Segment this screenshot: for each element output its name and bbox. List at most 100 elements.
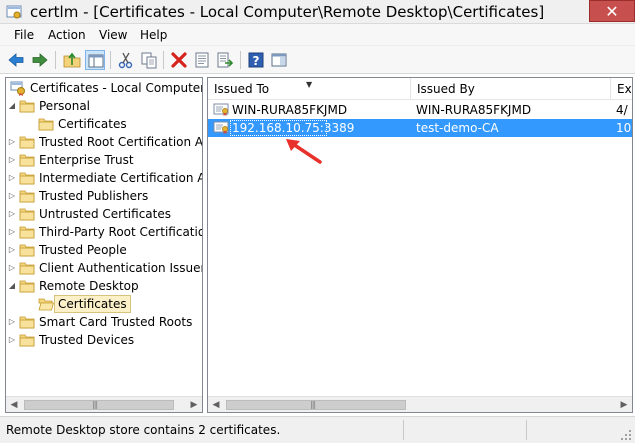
- open-folder-icon: [38, 296, 54, 312]
- tree-item[interactable]: ▷ Trusted Root Certification Au: [6, 133, 202, 151]
- toolbar-separator: [110, 51, 111, 69]
- expand-arrow-icon[interactable]: ▷: [7, 133, 17, 151]
- tree-item[interactable]: ▷ Intermediate Certification Au: [6, 169, 202, 187]
- list-horizontal-scrollbar[interactable]: ◀ ||| ▶: [208, 396, 632, 412]
- certificate-icon: [213, 102, 229, 118]
- tree-item[interactable]: Certificates: [6, 295, 202, 313]
- tree-horizontal-scrollbar[interactable]: ◀ ||| ▶: [6, 396, 202, 412]
- export-list-icon[interactable]: [215, 50, 235, 70]
- expand-arrow-icon[interactable]: ▷: [7, 241, 17, 259]
- folder-icon: [19, 152, 35, 168]
- cell-issued-by: test-demo-CA: [416, 121, 499, 135]
- toolbar: ?: [0, 46, 635, 74]
- up-folder-icon[interactable]: [62, 50, 82, 70]
- tree-item-label: Personal: [39, 99, 91, 113]
- tree-item[interactable]: ▷ Trusted People: [6, 241, 202, 259]
- table-row[interactable]: WIN-RURA85FKJMD WIN-RURA85FKJMD 4/: [208, 101, 632, 119]
- tree-item[interactable]: ◢ Personal: [6, 97, 202, 115]
- scrollbar-thumb[interactable]: [226, 400, 406, 410]
- tree-item[interactable]: ▷ Trusted Devices: [6, 331, 202, 349]
- tree-item-label: Trusted Root Certification Au: [39, 135, 203, 149]
- tree-item-label: Trusted Publishers: [39, 189, 149, 203]
- column-header-expiration[interactable]: Ex: [611, 78, 632, 100]
- tree-item[interactable]: ▷ Trusted Publishers: [6, 187, 202, 205]
- tree-item[interactable]: ▷ Smart Card Trusted Roots: [6, 313, 202, 331]
- tree-item[interactable]: Certificates - Local Computer: [6, 79, 202, 97]
- scrollbar-grip-icon: |||: [310, 400, 316, 409]
- tree-item[interactable]: ▷ Enterprise Trust: [6, 151, 202, 169]
- expand-arrow-icon[interactable]: ▷: [7, 331, 17, 349]
- tree-item-label: Untrusted Certificates: [39, 207, 171, 221]
- scrollbar-thumb[interactable]: [24, 400, 174, 410]
- menu-action[interactable]: Action: [48, 27, 86, 43]
- cut-icon[interactable]: [116, 50, 136, 70]
- scroll-left-arrow-icon[interactable]: ◀: [6, 397, 22, 412]
- tree-item-label: Enterprise Trust: [39, 153, 134, 167]
- forward-arrow-icon[interactable]: [30, 50, 50, 70]
- tree-item-label: Trusted People: [39, 243, 127, 257]
- scroll-right-arrow-icon[interactable]: ▶: [186, 397, 202, 412]
- folder-icon: [19, 242, 35, 258]
- toolbar-separator: [55, 51, 56, 69]
- menu-file[interactable]: File: [14, 27, 34, 43]
- tree-item-label: Smart Card Trusted Roots: [39, 315, 193, 329]
- expand-arrow-icon[interactable]: ▷: [7, 313, 17, 331]
- certificate-list[interactable]: Issued To ▼ Issued By Ex WIN-RURA85FKJMD…: [207, 77, 633, 413]
- console-tree[interactable]: Certificates - Local Computer ◢ Personal Ce…: [5, 77, 203, 413]
- close-button[interactable]: ✕: [589, 0, 635, 22]
- annotation-arrow-icon: [286, 139, 322, 164]
- expand-arrow-icon[interactable]: ▷: [7, 205, 17, 223]
- collapse-arrow-icon[interactable]: ◢: [7, 97, 17, 115]
- folder-icon: [19, 134, 35, 150]
- expand-arrow-icon[interactable]: ▷: [7, 259, 17, 277]
- tree-item-label: Trusted Devices: [39, 333, 135, 347]
- cell-expiration: 4/: [616, 103, 628, 117]
- window-title: certlm - [Certificates - Local Computer\…: [30, 3, 545, 21]
- resize-grip-icon[interactable]: [620, 429, 632, 441]
- status-divider: [526, 420, 527, 440]
- column-header-issued-by[interactable]: Issued By: [411, 78, 611, 100]
- expand-arrow-icon[interactable]: ▷: [7, 223, 17, 241]
- tree-item[interactable]: ◢ Remote Desktop: [6, 277, 202, 295]
- scroll-right-arrow-icon[interactable]: ▶: [616, 397, 632, 412]
- expand-arrow-icon[interactable]: ▷: [7, 169, 17, 187]
- folder-icon: [19, 206, 35, 222]
- tree-item-label: Certificates: [58, 117, 127, 131]
- tree-item[interactable]: ▷ Untrusted Certificates: [6, 205, 202, 223]
- certificate-icon: [213, 120, 229, 136]
- folder-icon: [19, 314, 35, 330]
- toolbar-separator: [240, 51, 241, 69]
- scroll-left-arrow-icon[interactable]: ◀: [208, 397, 224, 412]
- menu-bar: File Action View Help: [0, 24, 635, 46]
- tree-item-label: Remote Desktop: [39, 279, 139, 293]
- sort-descending-icon: ▼: [306, 80, 313, 89]
- expand-arrow-icon[interactable]: ▷: [7, 187, 17, 205]
- console-pane-icon[interactable]: [269, 50, 289, 70]
- title-bar: certlm - [Certificates - Local Computer\…: [0, 0, 635, 24]
- status-divider: [403, 420, 404, 440]
- delete-icon[interactable]: [169, 50, 189, 70]
- status-text: Remote Desktop store contains 2 certific…: [6, 423, 281, 437]
- certificate-manager-icon: [6, 4, 22, 20]
- show-hide-tree-icon[interactable]: [85, 50, 105, 70]
- menu-view[interactable]: View: [99, 27, 127, 43]
- tree-item[interactable]: ▷ Third-Party Root Certification: [6, 223, 202, 241]
- tree-item-label: Third-Party Root Certification: [39, 225, 203, 239]
- tree-item[interactable]: Certificates: [6, 115, 202, 133]
- back-arrow-icon[interactable]: [6, 50, 26, 70]
- tree-item-label: Intermediate Certification Au: [39, 171, 203, 185]
- menu-help[interactable]: Help: [140, 27, 167, 43]
- help-icon[interactable]: ?: [246, 50, 266, 70]
- table-row[interactable]: 192.168.10.75:3389 test-demo-CA 10: [208, 119, 632, 137]
- cell-expiration: 10: [616, 121, 632, 135]
- tree-item[interactable]: ▷ Client Authentication Issuers: [6, 259, 202, 277]
- scrollbar-grip-icon: |||: [92, 400, 98, 409]
- cell-issued-to: WIN-RURA85FKJMD: [232, 103, 348, 117]
- folder-icon: [19, 188, 35, 204]
- expand-arrow-icon[interactable]: ▷: [7, 151, 17, 169]
- folder-icon: [19, 278, 35, 294]
- copy-icon[interactable]: [139, 50, 159, 70]
- collapse-arrow-icon[interactable]: ◢: [7, 277, 17, 295]
- tree-item-label: Certificates - Local Computer: [30, 81, 203, 95]
- properties-icon[interactable]: [192, 50, 212, 70]
